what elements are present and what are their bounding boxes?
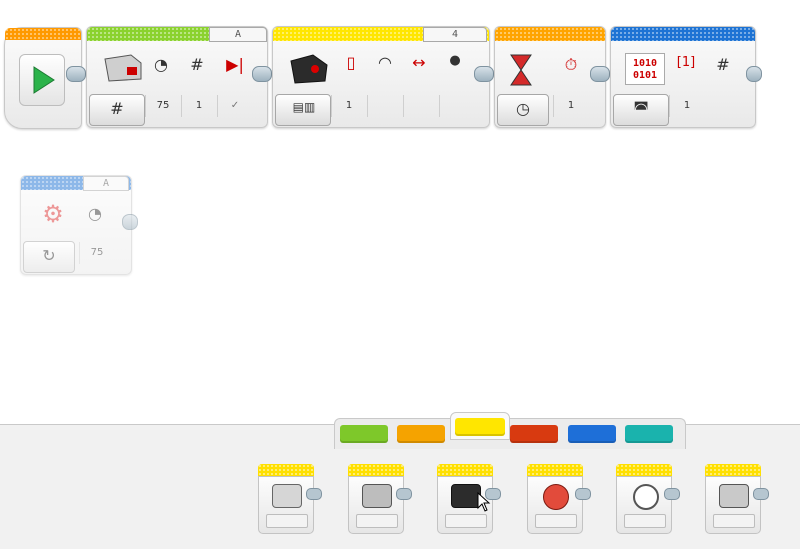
sensor-output-3[interactable] bbox=[439, 95, 474, 117]
wait-header bbox=[495, 27, 605, 41]
large-motor-icon bbox=[101, 51, 145, 83]
power-value[interactable]: 75 bbox=[145, 95, 180, 117]
binary-line2: 0101 bbox=[632, 70, 658, 81]
number-box-icon: [1] bbox=[676, 55, 696, 70]
motor-port-selector[interactable]: A bbox=[209, 27, 267, 42]
rotations-value[interactable]: 1 bbox=[181, 95, 216, 117]
floating-connector[interactable] bbox=[122, 214, 138, 230]
rotations-mode-icon: # bbox=[110, 99, 124, 118]
port-number-icon: ▯ bbox=[346, 53, 356, 72]
palette-tab-myblocks[interactable] bbox=[625, 425, 673, 443]
power-icon: ◔ bbox=[154, 55, 168, 74]
palette-tab-advanced[interactable] bbox=[568, 425, 616, 443]
palette-tab-flow[interactable] bbox=[397, 425, 445, 443]
floating-motor-block[interactable]: A ⚙ ◔ ↻ 75 bbox=[20, 175, 132, 275]
hourglass-icon bbox=[509, 53, 533, 87]
wait-block[interactable]: ⏱ ◷ 1 bbox=[494, 26, 606, 128]
light-icon: ◠ bbox=[378, 53, 392, 72]
sensor-port-selector[interactable]: 4 bbox=[423, 27, 487, 42]
wait-value[interactable]: 1 bbox=[553, 95, 588, 117]
wait-connector[interactable] bbox=[590, 66, 610, 82]
palette-tab-sensor-active[interactable] bbox=[450, 412, 510, 440]
display-value[interactable]: 1 bbox=[669, 95, 704, 117]
large-motor-block[interactable]: A ◔ # ▶| # 75 1 ✓ bbox=[86, 26, 268, 128]
floating-power-value[interactable]: 75 bbox=[79, 242, 114, 264]
time-mode-icon: ◷ bbox=[516, 99, 530, 118]
start-header bbox=[5, 28, 81, 40]
binary-line1: 1010 bbox=[632, 58, 658, 69]
compare-mode-icon: ▤▥ bbox=[292, 100, 316, 114]
sensor-connector[interactable] bbox=[474, 66, 494, 82]
sensor-value[interactable]: 1 bbox=[331, 95, 366, 117]
hash-icon: # bbox=[716, 55, 730, 74]
binary-icon: 1010 0101 bbox=[625, 53, 665, 85]
sensor-output-2[interactable] bbox=[403, 95, 438, 117]
start-connector[interactable] bbox=[66, 66, 86, 82]
wait-mode-selector[interactable]: ◷ bbox=[497, 94, 549, 126]
palette-infrared-block[interactable] bbox=[437, 464, 501, 534]
brake-icon: ▶| bbox=[226, 55, 244, 74]
on-mode-icon: ↻ bbox=[42, 246, 56, 265]
ok-icon: ● bbox=[449, 53, 461, 68]
timer-sensor-icon bbox=[633, 484, 659, 510]
touch-sensor-icon bbox=[719, 484, 749, 508]
mouse-cursor-icon bbox=[477, 491, 491, 512]
display-header bbox=[611, 27, 755, 41]
light-sensor-icon bbox=[362, 484, 392, 508]
timer-icon: ⏱ bbox=[564, 55, 578, 74]
palette-touch-sensor-block[interactable] bbox=[705, 464, 769, 534]
brake-value[interactable]: ✓ bbox=[217, 95, 252, 117]
palette-tab-action[interactable] bbox=[340, 425, 388, 443]
floating-power-icon: ◔ bbox=[88, 204, 102, 223]
palette-tab-sensor bbox=[455, 418, 505, 436]
display-mode-selector[interactable]: ◚ bbox=[613, 94, 669, 126]
motor-mode-selector[interactable]: # bbox=[89, 94, 145, 126]
floating-port-selector[interactable]: A bbox=[83, 176, 129, 191]
floating-mode-selector[interactable]: ↻ bbox=[23, 241, 75, 273]
palette-tab-data[interactable] bbox=[510, 425, 558, 443]
distance-icon: ↔ bbox=[412, 53, 426, 72]
color-sensor-icon bbox=[287, 51, 331, 85]
motor-gear-icon: ⚙ bbox=[42, 200, 64, 228]
display-connector[interactable] bbox=[746, 66, 762, 82]
color-sensor-block[interactable]: 4 ▯ ◠ ↔ ● ▤▥ 1 bbox=[272, 26, 490, 128]
palette-brick-buttons-block[interactable] bbox=[258, 464, 322, 534]
play-icon bbox=[19, 54, 65, 106]
sensor-output-1[interactable] bbox=[367, 95, 402, 117]
palette-timer-block[interactable] bbox=[616, 464, 680, 534]
brick-buttons-icon bbox=[272, 484, 302, 508]
gauge-mode-icon: ◚ bbox=[633, 99, 649, 118]
display-block[interactable]: 1010 0101 [1] # ◚ 1 bbox=[610, 26, 756, 128]
motor-connector[interactable] bbox=[252, 66, 272, 82]
sensor-mode-selector[interactable]: ▤▥ bbox=[275, 94, 331, 126]
rotations-icon: # bbox=[190, 55, 204, 74]
motor-rotation-icon bbox=[543, 484, 569, 510]
palette-color-sensor-block[interactable] bbox=[348, 464, 412, 534]
palette-motor-rotation-block[interactable] bbox=[527, 464, 591, 534]
